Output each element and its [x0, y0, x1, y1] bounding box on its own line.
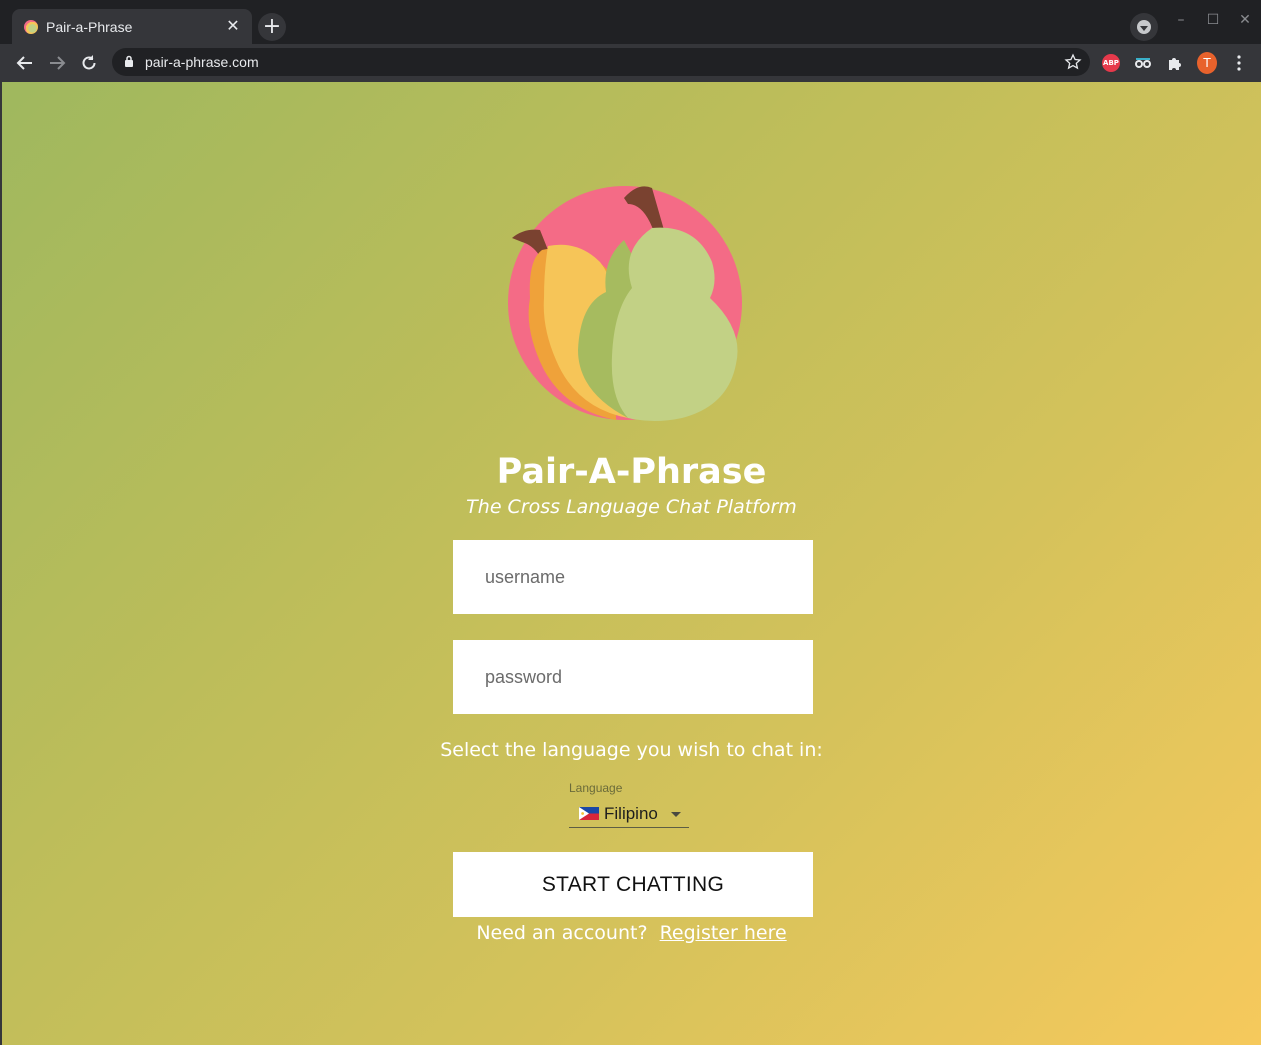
- login-page: Pair-A-Phrase The Cross Language Chat Pl…: [2, 82, 1261, 1045]
- tab-search-button[interactable]: [1130, 13, 1158, 41]
- minimize-button[interactable]: –: [1166, 10, 1196, 30]
- tab-title: Pair-a-Phrase: [46, 18, 133, 35]
- password-input[interactable]: [453, 640, 813, 714]
- philippines-flag-icon: [579, 807, 599, 820]
- close-window-button[interactable]: ✕: [1230, 10, 1260, 30]
- app-subtitle: The Cross Language Chat Platform: [466, 496, 797, 518]
- browser-tabstrip: Pair-a-Phrase ✕ + – ☐ ✕: [0, 0, 1261, 44]
- lock-icon: [125, 55, 133, 67]
- forward-arrow-icon: [50, 56, 66, 70]
- pear-logo: [508, 186, 742, 421]
- profile-button[interactable]: T: [1197, 52, 1217, 74]
- language-prompt: Select the language you wish to chat in:: [440, 739, 823, 761]
- url-text: pair-a-phrase.com: [145, 54, 259, 70]
- start-chatting-button[interactable]: START CHATTING: [453, 852, 813, 917]
- adblock-icon: ABP: [1102, 54, 1120, 72]
- language-select[interactable]: Filipino: [569, 800, 689, 828]
- avatar: T: [1197, 52, 1217, 74]
- kebab-menu-icon: [1237, 55, 1241, 71]
- maximize-button[interactable]: ☐: [1198, 10, 1228, 30]
- reload-button[interactable]: [76, 50, 102, 76]
- extensions-menu-button[interactable]: [1165, 53, 1185, 73]
- back-arrow-icon: [16, 56, 32, 70]
- extension-button[interactable]: [1133, 53, 1153, 73]
- browser-tab[interactable]: Pair-a-Phrase ✕: [12, 9, 252, 44]
- address-bar[interactable]: pair-a-phrase.com: [112, 48, 1090, 76]
- language-selected-value: Filipino: [604, 803, 658, 823]
- dropdown-caret-icon: [671, 812, 681, 817]
- browser-menu-button[interactable]: [1229, 53, 1249, 73]
- bookmark-star-icon[interactable]: [1064, 53, 1082, 71]
- forward-button[interactable]: [44, 50, 70, 76]
- puzzle-icon: [1169, 58, 1181, 70]
- back-button[interactable]: [12, 50, 38, 76]
- tab-close-icon[interactable]: ✕: [224, 17, 242, 35]
- new-tab-button[interactable]: +: [258, 13, 286, 41]
- adblock-extension-button[interactable]: ABP: [1101, 53, 1121, 73]
- favicon-icon: [24, 19, 38, 34]
- register-prompt: Need an account?: [476, 922, 648, 944]
- extension-eyes-icon: [1135, 58, 1151, 68]
- reload-icon: [82, 55, 96, 70]
- browser-toolbar: pair-a-phrase.com ABP T: [0, 44, 1261, 82]
- chevron-down-icon: [1137, 20, 1151, 34]
- app-title: Pair-A-Phrase: [496, 452, 767, 492]
- username-input[interactable]: [453, 540, 813, 614]
- register-line: Need an account? Register here: [2, 922, 1261, 944]
- register-link[interactable]: Register here: [660, 922, 787, 944]
- language-label: Language: [569, 781, 623, 795]
